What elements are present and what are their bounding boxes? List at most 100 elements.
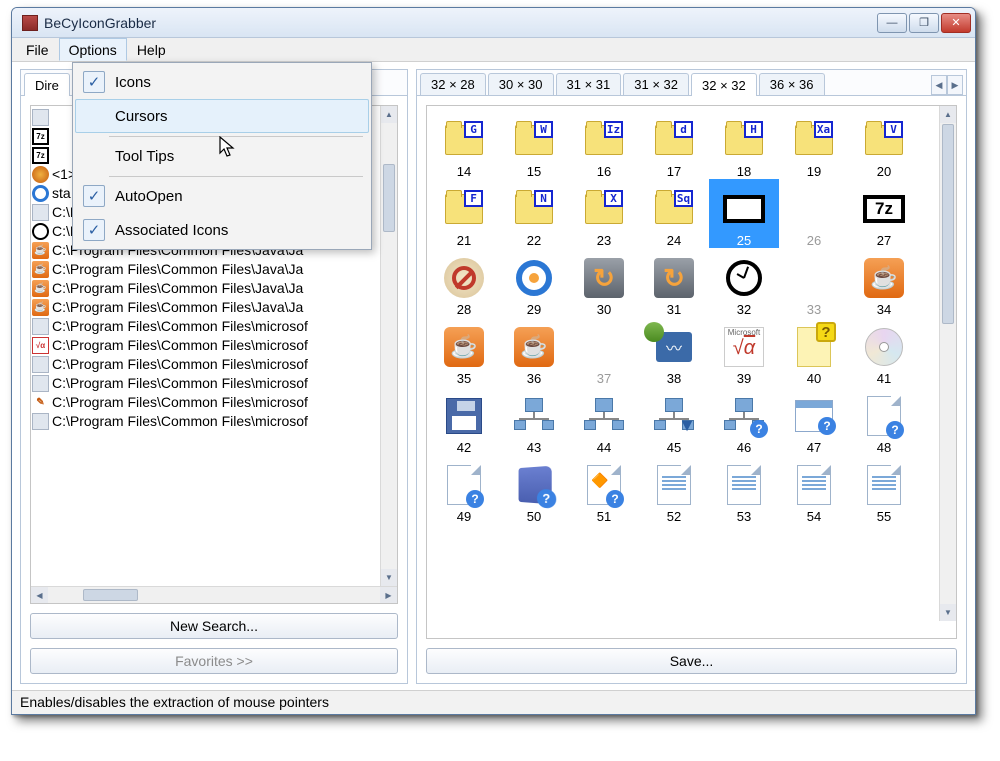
menu-item-associated-icons[interactable]: ✓ Associated Icons xyxy=(75,213,369,247)
close-button[interactable]: ✕ xyxy=(941,13,971,33)
titlebar[interactable]: BeCyIconGrabber — ❐ ✕ xyxy=(12,8,975,38)
tab-directory[interactable]: Dire xyxy=(24,73,70,96)
icon-index: 29 xyxy=(499,302,569,317)
icon-cell[interactable]: 26 xyxy=(779,179,849,248)
icon-cell[interactable]: ☕34 xyxy=(849,248,919,317)
scroll-thumb[interactable] xyxy=(383,164,395,232)
scroll-thumb-h[interactable] xyxy=(83,589,138,601)
scroll-up-arrow-icon[interactable]: ▲ xyxy=(381,106,397,123)
scroll-left-arrow-icon[interactable]: ◀ xyxy=(31,587,48,603)
file-list-item[interactable]: ☕C:\Program Files\Common Files\Java\Ja xyxy=(32,260,396,279)
icon-cell[interactable]: 〰38 xyxy=(639,317,709,386)
icon-cell[interactable]: ?46 xyxy=(709,386,779,455)
menu-item-cursors[interactable]: Cursors xyxy=(75,99,369,133)
icon-cell[interactable]: Microsoft√α39 xyxy=(709,317,779,386)
size-tab[interactable]: 30 × 30 xyxy=(488,73,554,95)
menu-options[interactable]: Options xyxy=(59,38,127,61)
file-list-item[interactable]: C:\Program Files\Common Files\microsof xyxy=(32,412,396,431)
icon-cell[interactable]: 31 xyxy=(639,248,709,317)
size-tab[interactable]: 31 × 32 xyxy=(623,73,689,95)
icon-cell[interactable]: Xa19 xyxy=(779,110,849,179)
file-list-item[interactable]: ✎C:\Program Files\Common Files\microsof xyxy=(32,393,396,412)
icon-cell[interactable]: 30 xyxy=(569,248,639,317)
icon-cell[interactable]: 7z27 xyxy=(849,179,919,248)
icon-cell[interactable]: 55 xyxy=(849,455,919,524)
icon-index: 49 xyxy=(429,509,499,524)
size-tab[interactable]: 31 × 31 xyxy=(556,73,622,95)
icon-cell[interactable]: Sq24 xyxy=(639,179,709,248)
icon-cell[interactable]: X23 xyxy=(569,179,639,248)
icon-cell[interactable]: 7z25 xyxy=(709,179,779,248)
icon-cell[interactable]: 43 xyxy=(499,386,569,455)
menu-file[interactable]: File xyxy=(16,38,59,61)
net-icon xyxy=(512,394,556,438)
favorites-button[interactable]: Favorites >> xyxy=(30,648,398,674)
icon-cell[interactable]: W15 xyxy=(499,110,569,179)
tab-scroll-left-icon[interactable]: ◀ xyxy=(931,75,947,95)
menu-item-icons[interactable]: ✓ Icons xyxy=(75,65,369,99)
scroll-up-arrow-icon[interactable]: ▲ xyxy=(940,106,956,123)
icon-index: 30 xyxy=(569,302,639,317)
icon-cell[interactable]: 53 xyxy=(709,455,779,524)
vertical-scrollbar[interactable]: ▲ ▼ xyxy=(380,106,397,586)
icon-cell[interactable]: 37 xyxy=(569,317,639,386)
icon-index: 51 xyxy=(569,509,639,524)
minimize-button[interactable]: — xyxy=(877,13,907,33)
icon-cell[interactable]: 🔶?51 xyxy=(569,455,639,524)
icon-cell[interactable]: ☕36 xyxy=(499,317,569,386)
icon-cell[interactable]: ☕35 xyxy=(429,317,499,386)
icon-cell[interactable]: Iz16 xyxy=(569,110,639,179)
menu-item-tooltips[interactable]: Tool Tips xyxy=(75,139,369,173)
icon-cell[interactable]: ?48 xyxy=(849,386,919,455)
icon-cell[interactable]: 54 xyxy=(779,455,849,524)
maximize-button[interactable]: ❐ xyxy=(909,13,939,33)
icon-cell[interactable]: 44 xyxy=(569,386,639,455)
vertical-scrollbar-right[interactable]: ▲ ▼ xyxy=(939,106,956,621)
icon-cell[interactable]: d17 xyxy=(639,110,709,179)
file-list-item[interactable]: C:\Program Files\Common Files\microsof xyxy=(32,374,396,393)
icon-cell[interactable]: 52 xyxy=(639,455,709,524)
icon-cell[interactable]: ?40 xyxy=(779,317,849,386)
icon-cell[interactable]: 42 xyxy=(429,386,499,455)
menu-help[interactable]: Help xyxy=(127,38,176,61)
list-icon xyxy=(862,463,906,507)
file-list-item[interactable]: C:\Program Files\Common Files\microsof xyxy=(32,355,396,374)
icon-index: 46 xyxy=(709,440,779,455)
size-tab[interactable]: 32 × 32 xyxy=(691,73,757,96)
folder-icon: Sq xyxy=(652,187,696,231)
icon-cell[interactable]: H18 xyxy=(709,110,779,179)
size-tab[interactable]: 36 × 36 xyxy=(759,73,825,95)
new-search-button[interactable]: New Search... xyxy=(30,613,398,639)
size-tab[interactable]: 32 × 28 xyxy=(420,73,486,95)
java-icon: ☕ xyxy=(862,256,906,300)
scroll-down-arrow-icon[interactable]: ▼ xyxy=(381,569,397,586)
icon-cell[interactable]: 29 xyxy=(499,248,569,317)
icon-cell[interactable]: 41 xyxy=(849,317,919,386)
icon-cell[interactable]: ▼45 xyxy=(639,386,709,455)
icon-cell[interactable]: N22 xyxy=(499,179,569,248)
icon-cell[interactable]: G14 xyxy=(429,110,499,179)
icon-index: 52 xyxy=(639,509,709,524)
horizontal-scrollbar[interactable]: ◀ ▶ xyxy=(31,586,397,603)
icon-cell[interactable]: ?47 xyxy=(779,386,849,455)
scroll-down-arrow-icon[interactable]: ▼ xyxy=(940,604,956,621)
icon-cell[interactable]: F21 xyxy=(429,179,499,248)
tab-scroll-right-icon[interactable]: ▶ xyxy=(947,75,963,95)
icon-cell[interactable]: V20 xyxy=(849,110,919,179)
icon-cell[interactable]: 32 xyxy=(709,248,779,317)
icon-index: 54 xyxy=(779,509,849,524)
icon-cell[interactable]: 28 xyxy=(429,248,499,317)
icon-index: 16 xyxy=(569,164,639,179)
icon-cell[interactable]: ?50 xyxy=(499,455,569,524)
save-button[interactable]: Save... xyxy=(426,648,957,674)
icon-cell[interactable]: 33 xyxy=(779,248,849,317)
file-list-item[interactable]: ☕C:\Program Files\Common Files\Java\Ja xyxy=(32,298,396,317)
scroll-thumb[interactable] xyxy=(942,124,954,324)
menu-item-autoopen[interactable]: ✓ AutoOpen xyxy=(75,179,369,213)
file-list-item[interactable]: √αC:\Program Files\Common Files\microsof xyxy=(32,336,396,355)
icon-cell[interactable]: ?49 xyxy=(429,455,499,524)
file-list-item[interactable]: ☕C:\Program Files\Common Files\Java\Ja xyxy=(32,279,396,298)
blank-icon xyxy=(792,187,836,231)
file-list-item[interactable]: C:\Program Files\Common Files\microsof xyxy=(32,317,396,336)
scroll-right-arrow-icon[interactable]: ▶ xyxy=(380,587,397,603)
